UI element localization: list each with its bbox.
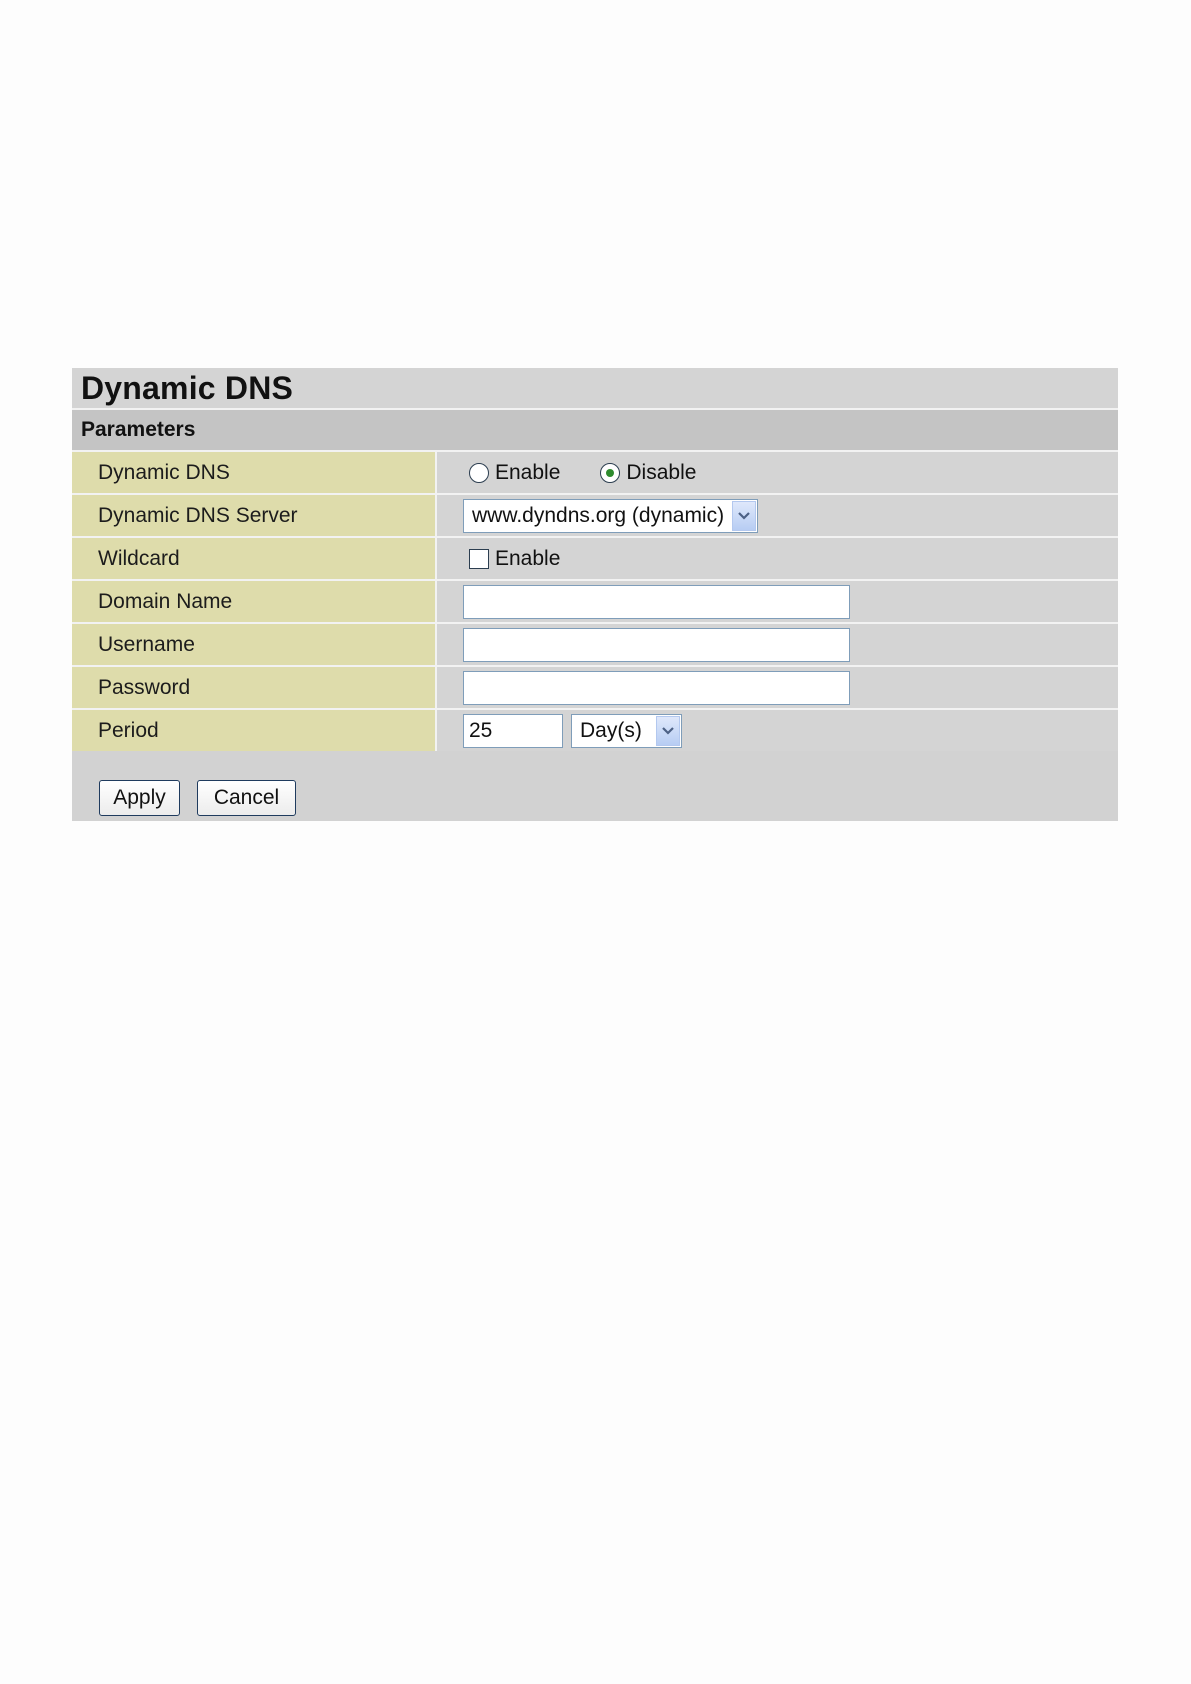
domain-name-input[interactable]: [463, 584, 850, 619]
dynamic-dns-label: Dynamic DNS: [72, 452, 437, 493]
username-label: Username: [72, 624, 437, 665]
password-input[interactable]: [463, 670, 850, 705]
dynamic-dns-server-selected: www.dyndns.org (dynamic): [472, 503, 725, 527]
dynamic-dns-enable-label[interactable]: Enable: [495, 461, 560, 485]
row-domain-name: Domain Name: [72, 581, 1118, 624]
chevron-down-icon[interactable]: [655, 715, 680, 746]
password-value: [437, 667, 1118, 708]
wildcard-value: Enable: [437, 538, 1118, 579]
password-label: Password: [72, 667, 437, 708]
period-input[interactable]: 25: [463, 713, 563, 748]
page-title: Dynamic DNS: [72, 368, 1118, 410]
dynamic-dns-server-label: Dynamic DNS Server: [72, 495, 437, 536]
dynamic-dns-server-select[interactable]: www.dyndns.org (dynamic): [463, 498, 759, 533]
period-unit-select[interactable]: Day(s): [571, 713, 682, 748]
wildcard-enable-checkbox[interactable]: [469, 548, 489, 569]
dynamic-dns-disable-radio[interactable]: [600, 462, 621, 483]
wildcard-label: Wildcard: [72, 538, 437, 579]
dynamic-dns-disable-label[interactable]: Disable: [626, 461, 696, 485]
chevron-down-icon[interactable]: [732, 500, 757, 531]
period-unit-selected: Day(s): [580, 718, 642, 742]
dynamic-dns-value: Enable Disable: [437, 452, 1118, 493]
section-header-parameters: Parameters: [72, 410, 1118, 452]
wildcard-enable-label[interactable]: Enable: [495, 547, 560, 571]
domain-name-label: Domain Name: [72, 581, 437, 622]
dynamic-dns-panel: Dynamic DNS Parameters Dynamic DNS Enabl…: [72, 368, 1118, 821]
username-value: [437, 624, 1118, 665]
radio-selected-dot: [606, 468, 615, 477]
row-dynamic-dns: Dynamic DNS Enable Disable: [72, 452, 1118, 495]
period-label: Period: [72, 710, 437, 751]
row-wildcard: Wildcard Enable: [72, 538, 1118, 581]
apply-button[interactable]: Apply: [99, 780, 180, 816]
username-input[interactable]: [463, 627, 850, 662]
row-dynamic-dns-server: Dynamic DNS Server www.dyndns.org (dynam…: [72, 495, 1118, 538]
domain-name-value: [437, 581, 1118, 622]
dynamic-dns-server-value: www.dyndns.org (dynamic): [437, 495, 1118, 536]
dynamic-dns-enable-radio[interactable]: [469, 462, 489, 483]
row-password: Password: [72, 667, 1118, 710]
cancel-button[interactable]: Cancel: [197, 780, 296, 816]
period-value: 25 Day(s): [437, 710, 1118, 751]
row-username: Username: [72, 624, 1118, 667]
row-period: Period 25 Day(s): [72, 710, 1118, 751]
form-actions: Apply Cancel: [72, 751, 1118, 821]
